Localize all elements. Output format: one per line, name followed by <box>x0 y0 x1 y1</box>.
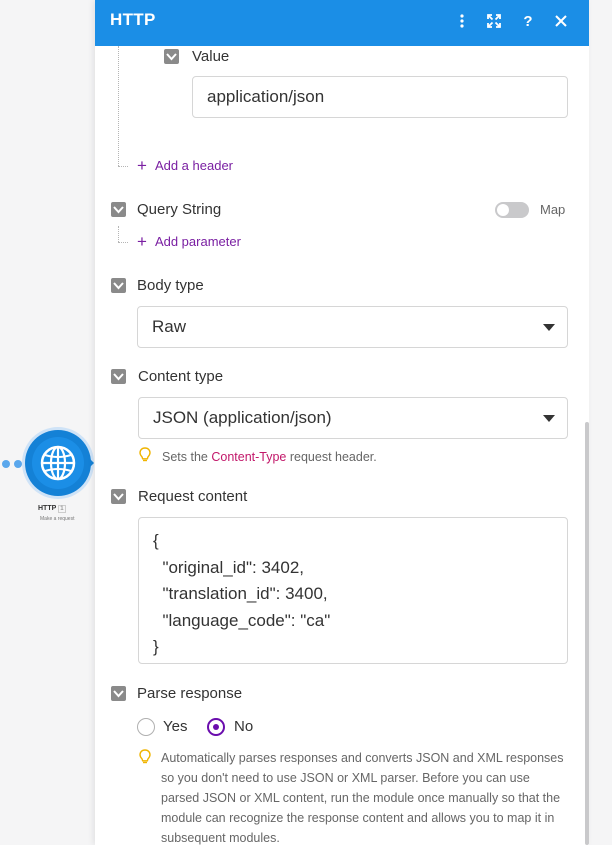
request-content-checkbox[interactable] <box>111 489 126 504</box>
query-string-label: Query String <box>137 201 222 218</box>
add-parameter-link[interactable]: + Add parameter <box>137 233 241 250</box>
module-subtitle: Make a request <box>40 516 75 522</box>
parse-response-hint: Automatically parses responses and conve… <box>161 751 564 845</box>
parse-response-checkbox[interactable] <box>111 686 126 701</box>
more-vertical-icon[interactable] <box>451 10 473 32</box>
body-type-select[interactable]: Raw <box>137 306 568 348</box>
parse-response-yes-radio[interactable] <box>137 718 155 736</box>
content-type-label: Content type <box>138 368 224 385</box>
parse-response-no-radio[interactable] <box>207 718 225 736</box>
request-content-label: Request content <box>138 488 248 505</box>
hint-code: Content-Type <box>211 450 287 464</box>
header-value-text: application/json <box>207 87 325 106</box>
body-type-value: Raw <box>152 317 187 336</box>
value-checkbox[interactable] <box>164 49 179 64</box>
lightbulb-icon <box>139 447 151 468</box>
map-toggle[interactable] <box>495 202 529 218</box>
request-content-textarea[interactable]: { "original_id": 3402, "translation_id":… <box>138 517 568 664</box>
content-type-hint: Sets the Content-Type request header. <box>162 447 377 467</box>
panel-title: HTTP <box>110 10 156 29</box>
parse-response-label: Parse response <box>137 685 243 702</box>
plus-icon: + <box>137 232 147 251</box>
content-type-checkbox[interactable] <box>111 369 126 384</box>
panel-scrollbar[interactable] <box>585 422 589 845</box>
yes-label: Yes <box>163 718 188 735</box>
node-arrow <box>86 455 94 471</box>
module-name-text: HTTP <box>38 505 57 512</box>
body-type-label: Body type <box>137 277 204 294</box>
hint-suffix: request header. <box>286 450 377 464</box>
plus-icon: + <box>137 156 147 175</box>
module-id-badge: 1 <box>58 505 66 513</box>
close-icon[interactable] <box>550 10 572 32</box>
add-parameter-label: Add parameter <box>154 234 241 249</box>
header-value-input[interactable]: application/json <box>192 76 568 118</box>
expand-icon[interactable] <box>483 10 505 32</box>
query-string-checkbox[interactable] <box>111 202 126 217</box>
no-label: No <box>234 718 254 735</box>
module-settings-panel: HTTP ? Value application/json + Add a hea… <box>95 0 589 845</box>
content-type-select[interactable]: JSON (application/json) <box>138 397 568 439</box>
hint-prefix: Sets the <box>162 450 212 464</box>
map-label: Map <box>540 202 566 217</box>
globe-icon <box>32 437 84 489</box>
panel-header: HTTP ? <box>95 0 589 46</box>
caret-down-icon <box>543 415 555 422</box>
body-type-checkbox[interactable] <box>111 278 126 293</box>
tree-connector <box>118 46 119 166</box>
value-label: Value <box>192 48 230 65</box>
tree-connector <box>118 166 128 167</box>
lightbulb-icon <box>139 749 151 770</box>
caret-down-icon <box>543 324 555 331</box>
add-header-link[interactable]: + Add a header <box>137 157 233 174</box>
connector-dot <box>2 460 10 468</box>
toggle-knob <box>497 204 509 216</box>
add-header-label: Add a header <box>154 158 234 173</box>
connector-dot <box>14 460 22 468</box>
tree-connector <box>118 226 119 242</box>
content-type-value: JSON (application/json) <box>153 408 332 427</box>
help-icon[interactable]: ? <box>517 10 539 32</box>
tree-connector <box>118 242 128 243</box>
module-name: HTTP 1 <box>38 505 98 513</box>
http-module-node[interactable] <box>25 430 91 496</box>
